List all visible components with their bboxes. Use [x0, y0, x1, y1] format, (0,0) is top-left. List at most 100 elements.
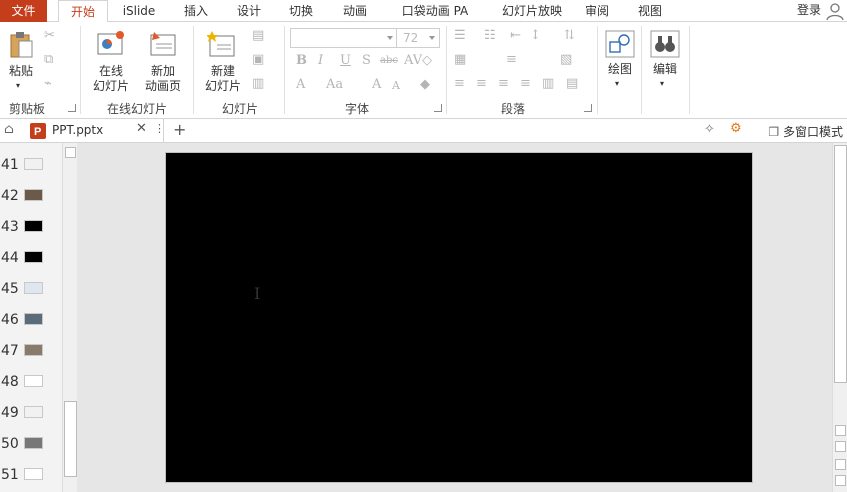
- slide-thumbnail-item[interactable]: 45: [0, 275, 62, 306]
- slide-thumbnail-item[interactable]: 49: [0, 399, 62, 430]
- tab-view[interactable]: 视图: [632, 0, 668, 22]
- font-name-field[interactable]: [290, 28, 398, 48]
- scroll-down-icon[interactable]: [835, 441, 846, 452]
- cut-icon[interactable]: ✂: [44, 28, 55, 43]
- add-tab-icon[interactable]: +: [173, 120, 186, 139]
- underline-icon[interactable]: U: [340, 53, 351, 68]
- prev-slide-icon[interactable]: [835, 459, 846, 470]
- next-slide-icon[interactable]: [835, 475, 846, 486]
- font-size-field[interactable]: 72: [396, 28, 440, 48]
- new-anim-page-label: 新加 动画页: [144, 64, 181, 93]
- slide-number: 51: [1, 467, 19, 483]
- slide-canvas[interactable]: [165, 152, 753, 483]
- scroll-up-icon[interactable]: [835, 425, 846, 436]
- divider: [597, 26, 598, 114]
- svg-text:P: P: [34, 126, 41, 138]
- settings-gear-icon[interactable]: ⚙: [730, 121, 742, 136]
- grow-font-icon[interactable]: A: [372, 77, 381, 92]
- justify-icon[interactable]: ≡: [520, 76, 531, 91]
- columns-icon[interactable]: ▦: [454, 52, 466, 67]
- document-tab[interactable]: P PPT.pptx ✕ ⋮: [26, 119, 165, 143]
- scrollbar-thumb[interactable]: [64, 401, 77, 477]
- bold-icon[interactable]: B: [296, 53, 307, 68]
- tab-review[interactable]: 审阅: [579, 0, 615, 22]
- tab-islide[interactable]: iSlide: [116, 0, 162, 22]
- highlight-icon[interactable]: ◆: [420, 77, 430, 92]
- close-icon[interactable]: ✕: [136, 121, 147, 136]
- font-color-icon[interactable]: A: [296, 77, 305, 92]
- slide-thumbnail-image: [24, 189, 43, 201]
- tab-animations[interactable]: 动画: [335, 0, 375, 22]
- scrollbar-thumb[interactable]: [834, 145, 847, 383]
- chevron-down-icon: ▾: [660, 79, 665, 88]
- divider: [689, 26, 690, 114]
- clipboard-launcher-icon[interactable]: [68, 104, 76, 112]
- slide-thumbnail-item[interactable]: 43: [0, 213, 62, 244]
- divider: [193, 26, 194, 114]
- smartart-icon[interactable]: ▧: [560, 52, 572, 67]
- group-font-label: 字体: [345, 102, 370, 116]
- numbering-icon[interactable]: ☷: [484, 28, 496, 43]
- slide-thumbnail-image: [24, 158, 43, 170]
- tab-design[interactable]: 设计: [229, 0, 269, 22]
- user-icon[interactable]: [825, 1, 845, 21]
- tab-transitions[interactable]: 切换: [281, 0, 321, 22]
- change-case-icon[interactable]: Aa: [326, 77, 343, 92]
- align-left-icon[interactable]: ≡: [454, 76, 465, 91]
- tab-slideshow[interactable]: 幻灯片放映: [490, 0, 574, 22]
- text-cursor-icon: I: [254, 284, 261, 303]
- slide-thumbnail-item[interactable]: 51: [0, 461, 62, 492]
- char-spacing-icon[interactable]: AV: [404, 53, 422, 68]
- group-online-slides-label: 在线幻灯片: [107, 102, 168, 116]
- divider: [446, 26, 447, 114]
- font-launcher-icon[interactable]: [434, 104, 442, 112]
- multi-window-icon: ❐: [768, 125, 780, 139]
- tab-file[interactable]: 文件: [0, 0, 47, 22]
- align-center-icon[interactable]: ≡: [476, 76, 487, 91]
- more-icon[interactable]: ⋮: [154, 122, 165, 135]
- thumbnail-scrollbar[interactable]: [62, 143, 77, 492]
- slide-thumbnail-item[interactable]: 42: [0, 182, 62, 213]
- slide-thumbnail-item[interactable]: 44: [0, 244, 62, 275]
- section-icon[interactable]: ▥: [252, 76, 264, 91]
- italic-icon[interactable]: I: [318, 53, 323, 68]
- format-painter-icon[interactable]: ⌁: [44, 76, 52, 91]
- slide-thumbnail-image: [24, 220, 43, 232]
- text-direction-icon[interactable]: ⇅: [564, 28, 575, 43]
- reset-icon[interactable]: ▣: [252, 52, 264, 67]
- divider: [80, 26, 81, 114]
- clear-format-icon[interactable]: ◇: [422, 53, 432, 68]
- copy-icon[interactable]: ⧉: [44, 52, 53, 67]
- strikethrough-icon[interactable]: abc: [380, 55, 398, 66]
- login-link[interactable]: 登录: [797, 0, 821, 20]
- tab-home[interactable]: 开始: [58, 0, 108, 23]
- distribute-icon[interactable]: ▥: [542, 76, 554, 91]
- pin-icon[interactable]: ✧: [704, 122, 715, 137]
- slide-thumbnail-item[interactable]: 50: [0, 430, 62, 461]
- shadow-icon[interactable]: S: [362, 53, 371, 68]
- indent-decrease-icon[interactable]: ⇤: [510, 28, 521, 43]
- line-spacing-icon[interactable]: ↕: [530, 28, 541, 43]
- align-text-icon[interactable]: ≡: [506, 52, 517, 67]
- slide-thumbnail-item[interactable]: 41: [0, 151, 62, 182]
- slide-thumbnail-item[interactable]: 46: [0, 306, 62, 337]
- ribbon-home: 粘贴 ▾ ✂ ⧉ ⌁ 剪贴板 在线 幻灯片 新加 动画页 在线幻灯片 新建 幻灯…: [0, 22, 847, 119]
- shrink-font-icon[interactable]: A: [392, 79, 400, 92]
- paragraph-launcher-icon[interactable]: [584, 104, 592, 112]
- slide-thumbnail-item[interactable]: 48: [0, 368, 62, 399]
- tab-insert[interactable]: 插入: [176, 0, 216, 22]
- home-icon[interactable]: ⌂: [4, 122, 14, 137]
- bullets-icon[interactable]: ☰: [454, 28, 466, 43]
- column-set-icon[interactable]: ▤: [566, 76, 578, 91]
- tab-pocket-animation[interactable]: 口袋动画 PA: [395, 0, 475, 22]
- slide-thumbnail-image: [24, 251, 43, 263]
- multi-window-button[interactable]: ❐ 多窗口模式: [768, 123, 843, 140]
- workspace-scrollbar[interactable]: [832, 143, 847, 492]
- slide-thumbnail-panel: 41 42 43 44 45 46 47 48 49 50 51: [0, 143, 62, 492]
- slide-number: 50: [1, 436, 19, 452]
- align-right-icon[interactable]: ≡: [498, 76, 509, 91]
- slide-thumbnail-item[interactable]: 47: [0, 337, 62, 368]
- scroll-up-icon[interactable]: [65, 147, 76, 158]
- slide-number: 49: [1, 405, 19, 421]
- layout-icon[interactable]: ▤: [252, 28, 264, 43]
